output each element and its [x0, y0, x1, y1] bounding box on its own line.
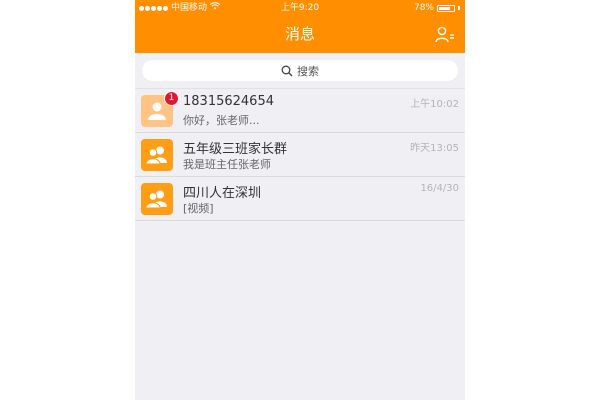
conversation-list: 1 18315624654 你好，张老师... 上午10:02 五年级三班家长群… — [135, 88, 465, 221]
contacts-button[interactable] — [435, 26, 455, 44]
battery-cap — [458, 6, 460, 10]
group-icon — [145, 146, 167, 165]
phone-screen: 中国移动 上午9:20 78% 消息 搜索 1 18315624654 你好，张… — [135, 0, 465, 400]
avatar — [141, 139, 173, 171]
contacts-icon — [435, 26, 454, 43]
conversation-time: 上午10:02 — [410, 99, 459, 110]
avatar — [141, 183, 173, 215]
nav-bar: 消息 — [135, 16, 465, 53]
status-bar: 中国移动 上午9:20 78% — [135, 0, 465, 16]
search-bar[interactable]: 搜索 — [142, 60, 458, 81]
battery-icon — [437, 4, 455, 12]
conversation-title: 五年级三班家长群 — [183, 142, 288, 157]
conversation-title: 18315624654 — [183, 94, 274, 109]
search-label: 搜索 — [297, 64, 319, 78]
page-title: 消息 — [284, 25, 315, 43]
status-right: 78% — [414, 0, 460, 16]
person-icon — [148, 102, 166, 120]
conversation-row[interactable]: 1 18315624654 你好，张老师... 上午10:02 — [135, 88, 465, 133]
conversation-preview: [视频] — [183, 202, 214, 215]
conversation-row[interactable]: 四川人在深圳 [视频] 16/4/30 — [135, 177, 465, 221]
conversation-preview: 你好，张老师... — [183, 114, 260, 127]
conversation-time: 16/4/30 — [420, 183, 459, 194]
unread-badge: 1 — [164, 91, 179, 106]
search-icon — [281, 65, 293, 76]
group-icon — [145, 190, 167, 209]
conversation-time: 昨天13:05 — [410, 143, 459, 154]
conversation-preview: 我是班主任张老师 — [183, 158, 271, 171]
conversation-title: 四川人在深圳 — [183, 186, 262, 201]
search-inner: 搜索 — [281, 63, 319, 79]
conversation-row[interactable]: 五年级三班家长群 我是班主任张老师 昨天13:05 — [135, 133, 465, 177]
battery-percent: 78% — [413, 3, 434, 13]
